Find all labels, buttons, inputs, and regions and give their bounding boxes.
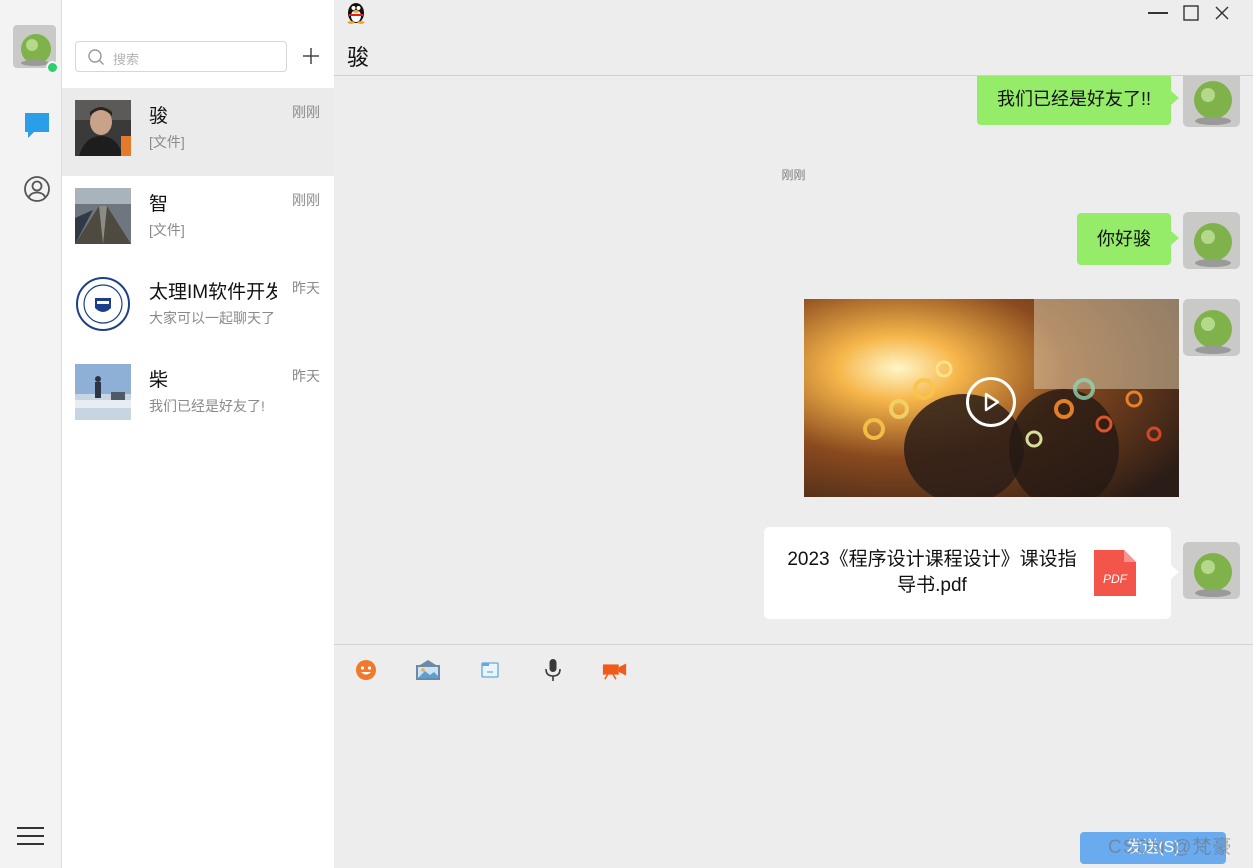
play-icon[interactable] bbox=[966, 377, 1016, 427]
nav-rail bbox=[0, 0, 62, 868]
search-placeholder: 搜索 bbox=[113, 52, 140, 67]
image-icon[interactable] bbox=[415, 657, 441, 683]
avatar bbox=[1183, 299, 1240, 356]
conversation-preview: 大家可以一起聊天了 bbox=[149, 310, 275, 326]
file-message[interactable]: 2023《程序设计课程设计》课设指导书.pdf PDF bbox=[764, 527, 1179, 619]
conversation-list-panel: 搜索 骏 [文件] 刚刚 智 [文件] 刚刚 太理IM软件开发 大家可以一起聊天… bbox=[62, 0, 334, 868]
pdf-badge: PDF bbox=[1103, 572, 1128, 586]
folder-icon[interactable] bbox=[477, 657, 503, 683]
conversation-time: 刚刚 bbox=[292, 104, 320, 120]
avatar bbox=[1183, 76, 1240, 127]
video-message[interactable] bbox=[804, 299, 1179, 497]
conversation-name: 太理IM软件开发 bbox=[149, 282, 277, 303]
conversation-time: 昨天 bbox=[292, 368, 320, 384]
conversation-time: 刚刚 bbox=[292, 192, 320, 208]
search-input[interactable]: 搜索 bbox=[75, 41, 287, 72]
watermark: CSDN @梵豪 bbox=[1108, 837, 1233, 858]
conversation-name: 骏 bbox=[149, 106, 169, 127]
avatar bbox=[75, 100, 131, 156]
conversation-preview: [文件] bbox=[149, 134, 185, 150]
message-bubble[interactable]: 你好骏 bbox=[1077, 213, 1179, 265]
menu-icon[interactable] bbox=[17, 826, 45, 846]
divider bbox=[334, 644, 1253, 645]
online-status-dot bbox=[46, 61, 59, 74]
avatar bbox=[1183, 212, 1240, 269]
conversation-item[interactable]: 太理IM软件开发 大家可以一起聊天了 昨天 bbox=[62, 264, 334, 352]
emoji-icon[interactable] bbox=[353, 657, 379, 683]
conversation-preview: [文件] bbox=[149, 222, 185, 238]
penguin-logo-icon bbox=[345, 0, 367, 24]
minimize-icon[interactable] bbox=[1146, 4, 1170, 22]
avatar bbox=[75, 188, 131, 244]
conversation-time: 昨天 bbox=[292, 280, 320, 296]
chat-bubble-icon[interactable] bbox=[22, 110, 52, 140]
file-name: 2023《程序设计课程设计》课设指导书.pdf bbox=[787, 549, 1077, 596]
video-camera-icon[interactable] bbox=[602, 657, 628, 683]
avatar bbox=[1183, 542, 1240, 599]
message-list[interactable]: 我们已经是好友了!! 刚刚 你好骏 2023《程序设计课程设计》课设指导书.pd… bbox=[334, 76, 1253, 644]
add-button[interactable] bbox=[300, 45, 322, 67]
chat-pane: 骏 我们已经是好友了!! 刚刚 你好骏 2023《程序设计课程设计》课设指导书.… bbox=[334, 0, 1253, 868]
message-bubble[interactable]: 我们已经是好友了!! bbox=[976, 76, 1180, 125]
search-icon bbox=[87, 48, 105, 71]
conversation-item[interactable]: 智 [文件] 刚刚 bbox=[62, 176, 334, 264]
conversation-name: 智 bbox=[149, 194, 169, 215]
maximize-icon[interactable] bbox=[1179, 4, 1203, 22]
conversation-item[interactable]: 柴 我们已经是好友了! 昨天 bbox=[62, 352, 334, 440]
microphone-icon[interactable] bbox=[540, 657, 566, 683]
avatar bbox=[75, 364, 131, 420]
time-separator: 刚刚 bbox=[781, 168, 806, 182]
conversation-item[interactable]: 骏 [文件] 刚刚 bbox=[62, 88, 334, 176]
conversation-preview: 我们已经是好友了! bbox=[149, 398, 265, 414]
pdf-file-icon: PDF bbox=[1092, 548, 1138, 598]
chat-title: 骏 bbox=[347, 45, 370, 70]
avatar bbox=[75, 276, 131, 332]
close-icon[interactable] bbox=[1210, 4, 1234, 22]
contacts-icon[interactable] bbox=[22, 174, 52, 204]
conversation-name: 柴 bbox=[149, 370, 169, 391]
